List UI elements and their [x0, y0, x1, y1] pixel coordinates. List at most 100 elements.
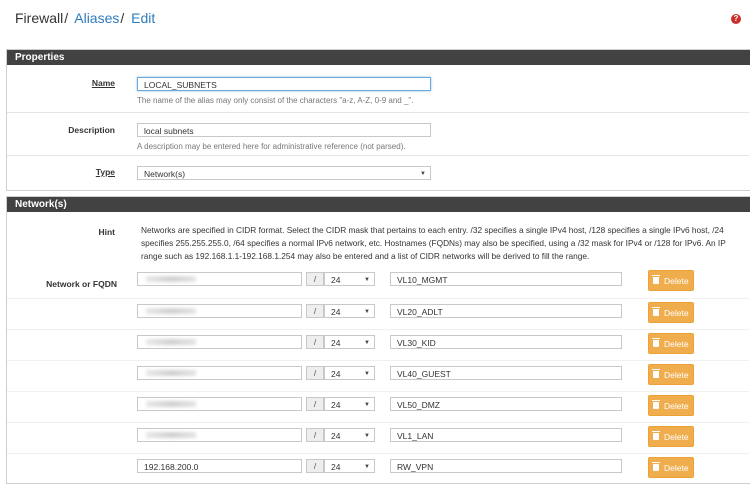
- cidr-mask-value: 24: [331, 307, 341, 317]
- cidr-mask-value: 24: [331, 431, 341, 441]
- delete-button[interactable]: Delete: [648, 426, 694, 447]
- network-description-input[interactable]: RW_VPN: [390, 459, 622, 473]
- network-description-input[interactable]: VL1_LAN: [390, 428, 622, 442]
- name-value-suffix: SUBNETS: [176, 80, 217, 90]
- delete-button[interactable]: Delete: [648, 395, 694, 416]
- network-row: / 24 ▼ VL20_ADLT Delete: [7, 298, 749, 329]
- type-row: Type Network(s) ▼: [7, 155, 749, 189]
- network-description-input[interactable]: VL40_GUEST: [390, 366, 622, 380]
- breadcrumb-aliases-link[interactable]: Aliases: [74, 10, 119, 26]
- hint-row: Hint Networks are specified in CIDR form…: [7, 214, 749, 265]
- network-address-input[interactable]: [137, 335, 302, 349]
- cidr-slash: /: [306, 397, 324, 411]
- chevron-down-icon: ▼: [364, 433, 370, 439]
- redacted-address: [146, 370, 196, 376]
- name-help-text: The name of the alias may only consist o…: [137, 96, 414, 105]
- cidr-slash: /: [306, 335, 324, 349]
- network-row: / 24 ▼ VL30_KID Delete: [7, 329, 749, 360]
- breadcrumb-separator: /: [120, 10, 125, 26]
- description-label: Description: [68, 125, 115, 135]
- breadcrumb: Firewall/ Aliases/ Edit: [15, 10, 155, 26]
- type-select-value: Network(s): [144, 169, 186, 179]
- cidr-mask-select[interactable]: 24 ▼: [324, 304, 375, 318]
- redacted-address: [146, 432, 196, 438]
- delete-button-label: Delete: [664, 370, 689, 380]
- redacted-address: [146, 276, 196, 282]
- type-label: Type: [95, 167, 115, 177]
- hint-label: Hint: [98, 227, 115, 237]
- network-address-input[interactable]: [137, 397, 302, 411]
- question-circle-icon[interactable]: ?: [731, 14, 741, 24]
- name-row: Name LOCAL_SUBNETS The name of the alias…: [7, 67, 749, 110]
- trash-icon: [652, 431, 660, 440]
- trash-icon: [652, 275, 660, 284]
- network-row: / 24 ▼ VL10_MGMT Delete: [7, 267, 749, 297]
- delete-button-label: Delete: [664, 463, 689, 473]
- network-address-input[interactable]: [137, 272, 302, 286]
- cidr-mask-select[interactable]: 24 ▼: [324, 335, 375, 349]
- network-description-input[interactable]: VL20_ADLT: [390, 304, 622, 318]
- properties-heading: Properties: [7, 50, 750, 65]
- trash-icon: [652, 307, 660, 316]
- network-address-input[interactable]: 192.168.200.0: [137, 459, 302, 473]
- delete-button[interactable]: Delete: [648, 333, 694, 354]
- cidr-slash: /: [306, 304, 324, 318]
- cidr-mask-value: 24: [331, 462, 341, 472]
- cidr-mask-value: 24: [331, 369, 341, 379]
- network-address-input[interactable]: [137, 428, 302, 442]
- cidr-mask-select[interactable]: 24 ▼: [324, 397, 375, 411]
- description-input[interactable]: local subnets: [137, 123, 431, 137]
- chevron-down-icon: ▼: [364, 464, 370, 470]
- cidr-mask-select[interactable]: 24 ▼: [324, 428, 375, 442]
- redacted-address: [146, 308, 196, 314]
- delete-button[interactable]: Delete: [648, 302, 694, 323]
- name-value-prefix: LOCAL_: [144, 80, 177, 90]
- network-description-input[interactable]: VL10_MGMT: [390, 272, 622, 286]
- trash-icon: [652, 369, 660, 378]
- network-description-input[interactable]: VL30_KID: [390, 335, 622, 349]
- network-description-input[interactable]: VL50_DMZ: [390, 397, 622, 411]
- cidr-slash: /: [306, 366, 324, 380]
- networks-heading: Network(s): [7, 197, 750, 212]
- network-row: / 24 ▼ VL40_GUEST Delete: [7, 360, 749, 391]
- cidr-mask-value: 24: [331, 400, 341, 410]
- cidr-mask-value: 24: [331, 338, 341, 348]
- hint-text: Networks are specified in CIDR format. S…: [141, 225, 726, 261]
- networks-panel: Network(s) Hint Networks are specified i…: [6, 196, 750, 484]
- cidr-mask-select[interactable]: 24 ▼: [324, 366, 375, 380]
- cidr-mask-value: 24: [331, 275, 341, 285]
- name-label: Name: [91, 78, 115, 88]
- cidr-mask-select[interactable]: 24 ▼: [324, 272, 375, 286]
- delete-button-label: Delete: [664, 276, 689, 286]
- cidr-slash: /: [306, 459, 324, 473]
- properties-panel: Properties Name LOCAL_SUBNETS The name o…: [6, 49, 750, 191]
- chevron-down-icon: ▼: [364, 309, 370, 315]
- redacted-address: [146, 401, 196, 407]
- name-input[interactable]: LOCAL_SUBNETS: [137, 77, 431, 91]
- chevron-down-icon: ▼: [420, 171, 426, 177]
- delete-button-label: Delete: [664, 339, 689, 349]
- breadcrumb-edit-link[interactable]: Edit: [131, 10, 155, 26]
- delete-button-label: Delete: [664, 432, 689, 442]
- description-help-text: A description may be entered here for ad…: [137, 142, 406, 151]
- delete-button-label: Delete: [664, 401, 689, 411]
- delete-button[interactable]: Delete: [648, 457, 694, 478]
- redacted-address: [146, 339, 196, 345]
- type-select[interactable]: Network(s) ▼: [137, 166, 431, 180]
- breadcrumb-separator: /: [64, 10, 69, 26]
- delete-button[interactable]: Delete: [648, 270, 694, 291]
- chevron-down-icon: ▼: [364, 402, 370, 408]
- chevron-down-icon: ▼: [364, 340, 370, 346]
- network-address-value: 192.168.200.0: [144, 462, 199, 472]
- trash-icon: [652, 338, 660, 347]
- cidr-slash: /: [306, 272, 324, 286]
- network-address-input[interactable]: [137, 304, 302, 318]
- cidr-mask-select[interactable]: 24 ▼: [324, 459, 375, 473]
- delete-button[interactable]: Delete: [648, 364, 694, 385]
- description-row: Description local subnets A description …: [7, 112, 749, 155]
- network-row: 192.168.200.0 / 24 ▼ RW_VPN Delete: [7, 453, 749, 484]
- chevron-down-icon: ▼: [364, 371, 370, 377]
- network-address-input[interactable]: [137, 366, 302, 380]
- trash-icon: [652, 400, 660, 409]
- delete-button-label: Delete: [664, 308, 689, 318]
